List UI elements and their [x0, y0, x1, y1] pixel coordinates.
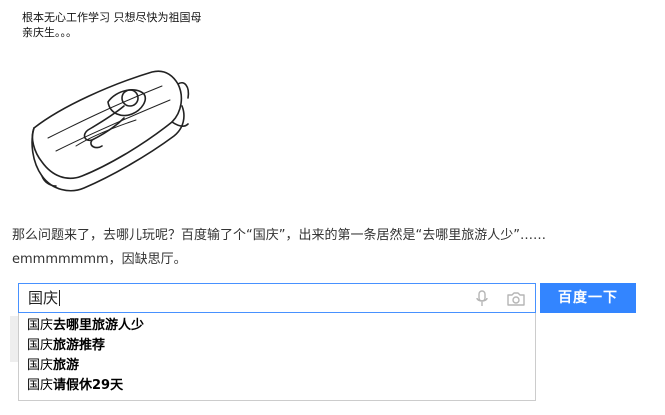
suggestion-rest: 去哪里旅游人少	[53, 318, 145, 333]
text-caret	[59, 290, 61, 306]
search-button[interactable]: 百度一下	[540, 283, 636, 313]
article-line-2: emmmmmmm，因缺思厅。	[12, 252, 187, 267]
article-body: 那么问题来了，去哪儿玩呢？百度输了个“国庆”，出来的第一条居然是“去哪里旅游人少…	[12, 224, 652, 272]
meme-image: 根本无心工作学习 只想尽快为祖国母亲庆生。。。	[12, 6, 208, 211]
suggestion-item[interactable]: 国庆请假休29天	[19, 376, 535, 396]
suggestion-item[interactable]: 国庆旅游	[19, 356, 535, 376]
suggestion-rest: 请假休29天	[53, 378, 124, 393]
microphone-icon[interactable]	[475, 290, 489, 308]
search-query-text: 国庆	[28, 289, 61, 307]
search-input[interactable]: 国庆	[18, 283, 536, 313]
suggestion-rest: 旅游	[53, 358, 80, 373]
camera-icon[interactable]	[506, 291, 526, 307]
search-query-value: 国庆	[28, 289, 59, 307]
search-screenshot: 国庆 百度一下 国庆去哪里旅游人少 国庆旅游推荐 国庆旅游 国庆请假休29天	[10, 280, 655, 410]
suggestion-item[interactable]: 国庆去哪里旅游人少	[19, 316, 535, 336]
suggestion-rest: 旅游推荐	[53, 338, 106, 353]
suggestion-dropdown: 国庆去哪里旅游人少 国庆旅游推荐 国庆旅游 国庆请假休29天	[18, 313, 536, 401]
suggestion-prefix: 国庆	[27, 358, 54, 373]
article-line-1: 那么问题来了，去哪儿玩呢？百度输了个“国庆”，出来的第一条居然是“去哪里旅游人少…	[12, 228, 546, 243]
suggestion-prefix: 国庆	[27, 318, 54, 333]
suggestion-item[interactable]: 国庆旅游推荐	[19, 336, 535, 356]
suggestion-prefix: 国庆	[27, 378, 54, 393]
meme-caption: 根本无心工作学习 只想尽快为祖国母亲庆生。。。	[22, 11, 202, 39]
suggestion-prefix: 国庆	[27, 338, 54, 353]
